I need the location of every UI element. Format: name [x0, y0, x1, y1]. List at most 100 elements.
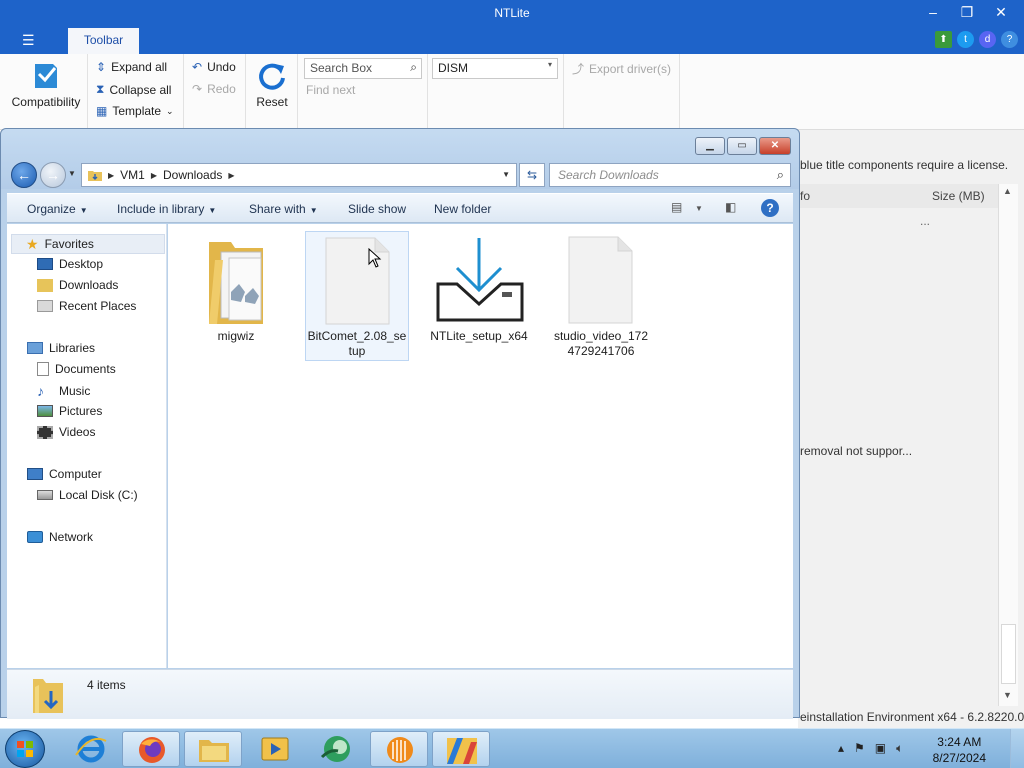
file-item[interactable]: NTLite_setup_x64 — [427, 230, 531, 360]
breadcrumb-separator-icon[interactable]: ▶ — [151, 171, 157, 180]
help-icon[interactable]: ? — [761, 199, 779, 217]
forward-button[interactable]: → — [40, 162, 66, 188]
internet-explorer-taskbar-button[interactable] — [62, 731, 120, 767]
file-name-line2: 4729241706 — [567, 344, 635, 358]
change-view-icon[interactable]: ▤ — [671, 200, 682, 214]
file-item[interactable]: migwiz — [184, 230, 288, 360]
scroll-down-icon[interactable]: ▼ — [1003, 690, 1012, 700]
redo-button[interactable]: ↷ Redo — [192, 82, 236, 96]
view-dropdown-icon[interactable]: ▼ — [695, 204, 703, 213]
nav-libraries[interactable]: Libraries — [27, 341, 95, 355]
compatibility-button[interactable]: Compatibility — [8, 60, 84, 109]
show-hidden-icons-icon[interactable]: ▴ — [838, 741, 844, 756]
download-installer-icon — [436, 238, 524, 322]
address-dropdown-icon[interactable]: ▼ — [502, 170, 510, 179]
collapse-all-button[interactable]: ⧗ Collapse all — [96, 82, 171, 97]
breadcrumb-separator-icon[interactable]: ▶ — [228, 171, 234, 180]
recent-pages-dropdown[interactable]: ▼ — [68, 169, 76, 178]
orange-app-icon — [387, 737, 413, 763]
slide-show-button[interactable]: Slide show — [348, 202, 406, 216]
nav-favorites-label: Favorites — [44, 237, 94, 251]
music-icon: ♪ — [37, 383, 44, 399]
address-bar[interactable]: ▶ VM1 ▶ Downloads ▶ ▼ — [81, 163, 517, 187]
breadcrumb-vm1[interactable]: VM1 — [120, 168, 145, 182]
ntlite-title: NTLite — [494, 6, 530, 20]
ribbon-group-tree: ⇕ Expand all ⧗ Collapse all ▦ Template ⌄ — [88, 54, 184, 130]
column-size[interactable]: Size (MB) — [932, 189, 985, 203]
breadcrumb-separator-icon[interactable]: ▶ — [108, 171, 114, 180]
find-next-label: Find next — [306, 83, 356, 97]
help-icon[interactable]: ? — [1001, 31, 1018, 48]
file-item[interactable]: studio_video_172 4729241706 — [549, 230, 653, 360]
forward-arrow-icon: → — [46, 167, 60, 183]
ntlite-orb-taskbar-button[interactable] — [370, 731, 428, 767]
removal-note: removal not suppor... — [800, 444, 913, 458]
undo-button[interactable]: ↶ Undo — [192, 60, 236, 74]
refresh-button[interactable]: ⇆ — [519, 163, 545, 187]
refresh-icon: ⇆ — [526, 168, 538, 182]
new-folder-button[interactable]: New folder — [434, 202, 491, 216]
scroll-up-icon[interactable]: ▲ — [1003, 186, 1012, 196]
nav-recent-places[interactable]: Recent Places — [37, 299, 136, 313]
breadcrumb-downloads[interactable]: Downloads — [163, 168, 222, 182]
internet-explorer-icon — [75, 735, 107, 763]
chevron-down-icon: ▼ — [309, 206, 318, 215]
nav-pictures[interactable]: Pictures — [37, 404, 102, 418]
ntlite-taskbar-button[interactable] — [432, 731, 490, 767]
volume-muted-icon[interactable]: 🔈︎ — [896, 741, 903, 756]
nav-documents[interactable]: Documents — [37, 362, 116, 376]
share-with-button[interactable]: Share with ▼ — [249, 202, 318, 216]
explorer-maximize-button[interactable]: ▭ — [727, 137, 757, 155]
twitter-icon[interactable]: t — [957, 31, 974, 48]
scroll-thumb[interactable] — [1001, 624, 1016, 684]
file-name-line2: tup — [348, 344, 366, 358]
organize-label: Organize — [27, 202, 76, 216]
update-arrow-icon[interactable]: ⬆ — [935, 31, 952, 48]
firefox-icon — [139, 737, 165, 763]
tab-toolbar[interactable]: Toolbar — [68, 28, 139, 54]
explorer-taskbar-button[interactable] — [184, 731, 242, 767]
template-button[interactable]: ▦ Template ⌄ — [96, 104, 174, 118]
back-button[interactable]: ← — [11, 162, 37, 188]
dism-select[interactable]: DISM ▾ — [432, 58, 558, 79]
nav-downloads[interactable]: Downloads — [37, 278, 118, 292]
hamburger-menu-icon[interactable]: ☰ — [22, 32, 35, 49]
network-tray-icon[interactable]: ▣ — [875, 741, 886, 756]
nav-favorites[interactable]: ★ Favorites — [11, 234, 165, 254]
export-drivers-button[interactable]: ⤴ Export driver(s) — [572, 60, 671, 77]
chevron-down-icon: ⌄ — [166, 105, 174, 116]
search-box-input[interactable]: Search Box ⌕ — [304, 58, 422, 79]
media-player-taskbar-button[interactable] — [246, 731, 304, 767]
explorer-minimize-button[interactable]: ▁ — [695, 137, 725, 155]
reset-button[interactable]: Reset — [250, 60, 294, 109]
column-info[interactable]: fo — [800, 189, 810, 203]
find-next-button[interactable]: Find next — [306, 83, 355, 97]
folder-icon — [199, 740, 229, 762]
nav-desktop[interactable]: Desktop — [37, 257, 103, 271]
restore-button[interactable]: ❐ — [950, 2, 984, 24]
start-button[interactable] — [5, 730, 45, 768]
system-clock[interactable]: 3:24 AM 8/27/2024 — [933, 734, 986, 766]
discord-icon[interactable]: d — [979, 31, 996, 48]
nav-music[interactable]: ♪ Music — [37, 383, 90, 399]
file-item[interactable]: BitComet_2.08_se tup — [305, 231, 409, 361]
preview-pane-icon[interactable]: ◧ — [725, 200, 736, 214]
show-desktop-button[interactable] — [1010, 729, 1024, 768]
nav-network[interactable]: Network — [27, 530, 93, 544]
firefox-taskbar-button[interactable] — [122, 731, 180, 767]
close-button[interactable]: ✕ — [984, 2, 1018, 24]
nav-local-disk[interactable]: Local Disk (C:) — [37, 488, 138, 502]
nav-computer[interactable]: Computer — [27, 467, 102, 481]
organize-button[interactable]: Organize ▼ — [27, 202, 88, 216]
nav-computer-label: Computer — [49, 467, 102, 481]
explorer-close-button[interactable]: ✕ — [759, 137, 791, 155]
include-in-library-button[interactable]: Include in library ▼ — [117, 202, 216, 216]
expand-all-button[interactable]: ⇕ Expand all — [96, 60, 167, 74]
bitcomet-taskbar-button[interactable] — [308, 731, 366, 767]
nav-videos[interactable]: Videos — [37, 425, 95, 439]
action-center-flag-icon[interactable]: ⚑ — [854, 741, 865, 756]
search-downloads-input[interactable]: Search Downloads ⌕ — [549, 163, 791, 187]
include-label: Include in library — [117, 202, 205, 216]
minimize-button[interactable]: – — [916, 2, 950, 24]
components-scrollbar[interactable]: ▲ ▼ — [998, 184, 1018, 706]
